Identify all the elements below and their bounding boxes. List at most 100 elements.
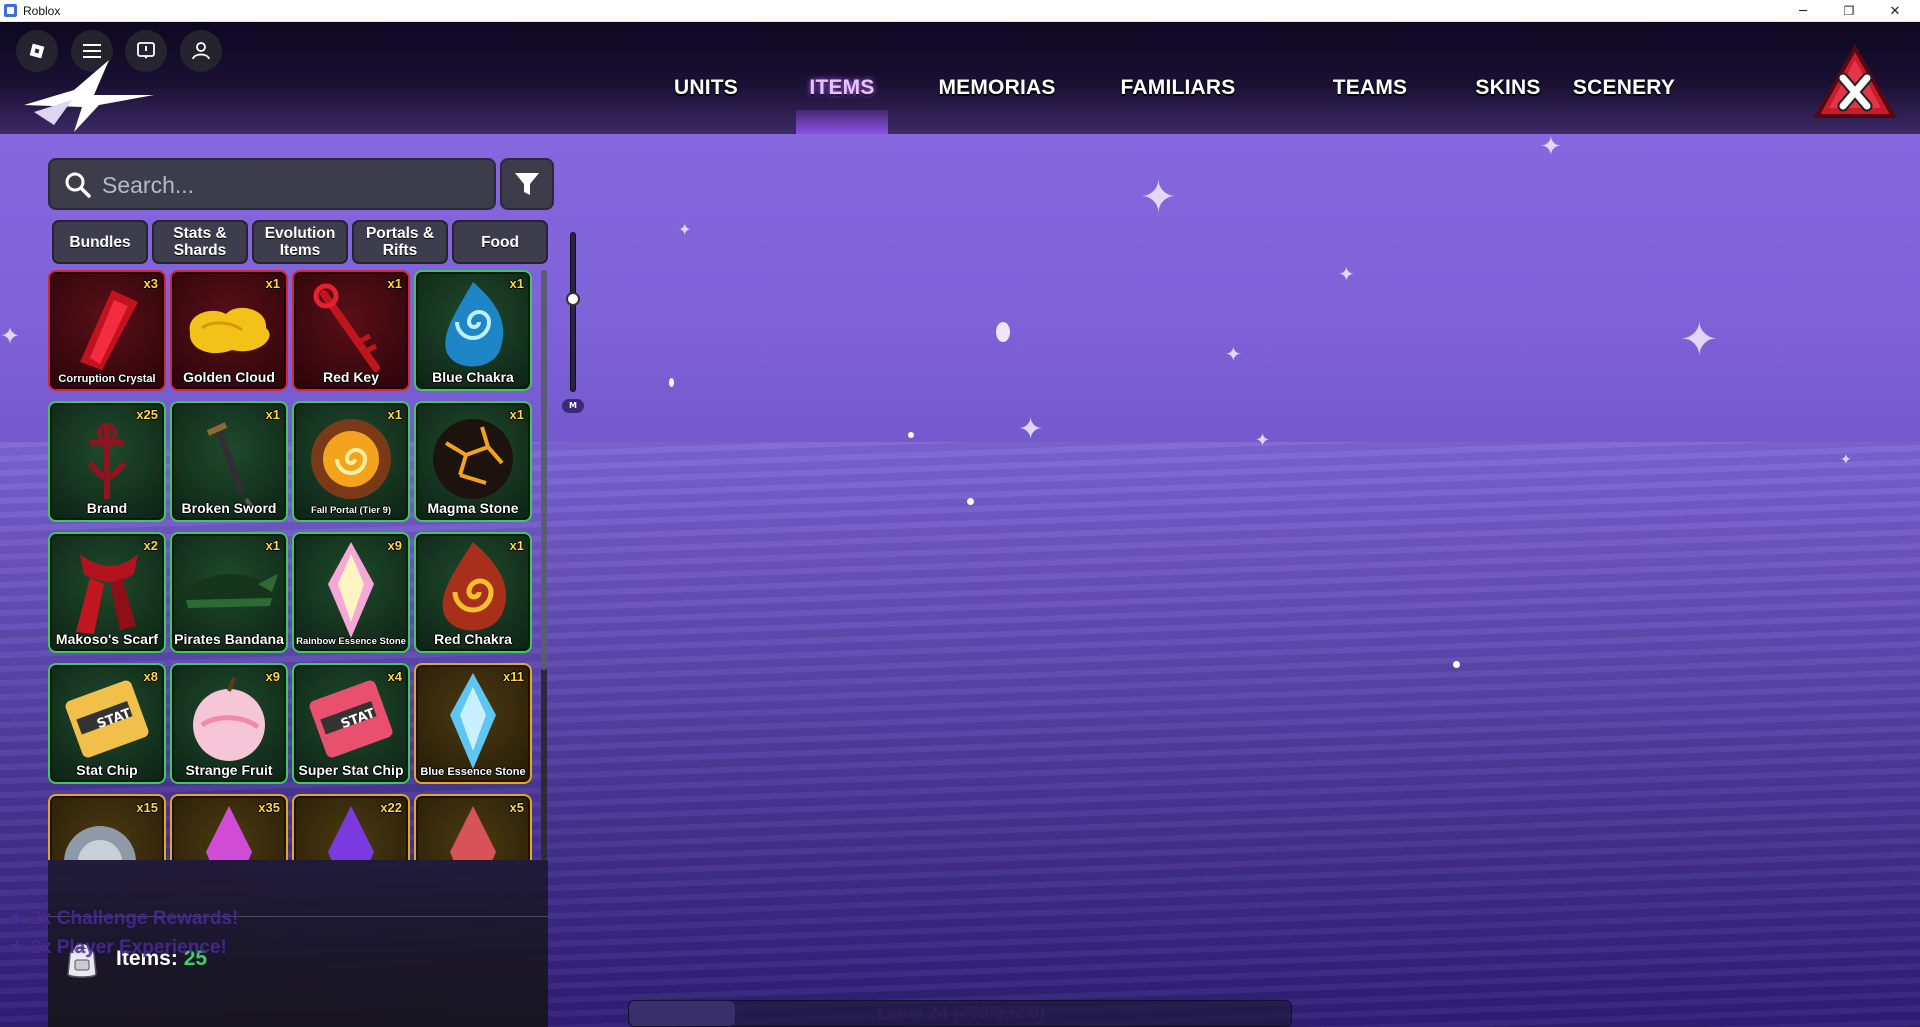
item-quantity: x1 [509,538,524,553]
item-card[interactable]: x2 Makoso's Scarf [48,532,166,653]
tab-units[interactable]: UNITS [668,64,744,112]
item-name: Stat Chip [76,762,138,778]
item-card[interactable]: x9 Rainbow Essence Stone [292,532,410,653]
search-input[interactable] [102,168,482,202]
tab-memorias[interactable]: MEMORIAS [938,64,1055,112]
item-card[interactable]: x25 Brand [48,401,166,522]
top-navigation-bar: UNITS ITEMS MEMORIAS FAMILIARS TEAMS SKI… [0,22,1920,134]
item-grid-scrollbar[interactable] [541,270,547,860]
category-evolution-items[interactable]: Evolution Items [252,220,348,264]
item-name: Blue Chakra [432,369,514,385]
game-logo [24,60,154,132]
item-card[interactable]: STAT x4 Super Stat Chip [292,663,410,784]
item-name: Fall Portal (Tier 9) [310,505,392,516]
category-food[interactable]: Food [452,220,548,264]
item-quantity: x1 [509,407,524,422]
star-dot [1453,661,1460,668]
item-card[interactable]: x11 Blue Essence Stone [414,663,532,784]
item-quantity: x2 [143,538,158,553]
item-card[interactable]: STAT x8 Stat Chip [48,663,166,784]
window-title: Roblox [23,4,61,18]
item-card[interactable]: x1 Fall Portal (Tier 9) [292,401,410,522]
filter-button[interactable] [500,158,554,210]
sparkle-icon: ✦ [1140,172,1177,223]
level-progress-bar: Level 24 (433/2,650) [628,1000,1292,1027]
item-name: Super Stat Chip [298,762,404,778]
star-dot [967,498,974,505]
sparkle-icon: ✦ [1225,342,1242,366]
zoom-slider-track[interactable] [570,232,576,392]
category-stats-shards[interactable]: Stats & Shards [152,220,248,264]
scrollbar-thumb[interactable] [541,270,547,670]
item-grid-viewport: x3 Corruption Crystal x1 Golden Cloud x1 Red … [48,270,548,860]
tab-items[interactable]: ITEMS [800,64,884,112]
item-card[interactable]: x3 Corruption Crystal [48,270,166,391]
category-portals-rifts[interactable]: Portals & Rifts [352,220,448,264]
friends-button[interactable] [180,30,222,72]
search-box[interactable] [48,158,496,210]
sparkle-icon: ✦ [678,220,692,239]
star-dot [908,432,914,438]
item-card[interactable]: x1 Red Chakra [414,532,532,653]
filter-icon [515,173,539,195]
zoom-slider-handle[interactable] [566,292,580,306]
item-card[interactable]: x22 [292,794,410,860]
item-card[interactable]: x1 Magma Stone [414,401,532,522]
zoom-slider[interactable]: M [562,232,584,422]
item-quantity: x11 [503,669,524,684]
item-quantity: x1 [509,276,524,291]
item-name: Broken Sword [181,500,277,516]
item-card[interactable]: x35 [170,794,288,860]
item-quantity: x1 [387,407,402,422]
item-name: Corruption Crystal [58,373,156,385]
item-name: Makoso's Scarf [55,631,159,647]
item-name: Golden Cloud [183,369,275,385]
item-name: Magma Stone [427,500,519,516]
star-dot [669,378,674,387]
item-card[interactable]: x1 Golden Cloud [170,270,288,391]
inventory-panel: Bundles Stats & Shards Evolution Items P… [48,158,554,1027]
game-viewport: ✦ ✦ ✦ ✦ ✦ ✦ ✦ ✦ ✦ ✦ UNITS ITEMS MEMORIAS… [0,22,1920,1027]
boost-text: 2x Player Experience! [30,937,227,958]
moon-sparkle [996,322,1010,342]
tab-scenery[interactable]: SCENERY [1573,64,1675,112]
boost-player-experience: ★ 2x Player Experience! [8,937,227,958]
zoom-slider-label: M [562,399,584,413]
item-name: Rainbow Essence Stone [296,636,406,647]
tab-familiars[interactable]: FAMILIARS [1120,64,1236,112]
item-grid: x3 Corruption Crystal x1 Golden Cloud x1 Red … [48,270,532,860]
sparkle-icon: ✦ [1540,132,1562,162]
restore-button[interactable]: ❐ [1826,0,1872,22]
item-card[interactable]: x15 [48,794,166,860]
item-card[interactable]: x1 Red Key [292,270,410,391]
tab-skins[interactable]: SKINS [1472,64,1544,112]
minimize-button[interactable]: ─ [1780,0,1826,22]
item-quantity: x4 [387,669,402,684]
item-quantity: x9 [265,669,280,684]
item-card[interactable]: x9 Strange Fruit [170,663,288,784]
item-quantity: x1 [265,538,280,553]
sparkle-icon: ✦ [1255,430,1271,451]
friends-icon [192,42,210,60]
item-card[interactable]: x1 Pirates Bandana [170,532,288,653]
item-card[interactable]: x5 [414,794,532,860]
active-tab-indicator [796,110,888,134]
item-quantity: x9 [387,538,402,553]
tab-teams[interactable]: TEAMS [1332,64,1408,112]
boost-challenge-rewards: ★ 2x Challenge Rewards! [8,908,239,929]
item-quantity: x5 [509,800,524,815]
boost-text: 2x Challenge Rewards! [30,908,239,929]
roblox-app-icon [4,4,17,17]
category-bundles[interactable]: Bundles [52,220,148,264]
item-quantity: x8 [143,669,158,684]
item-card[interactable]: x1 Blue Chakra [414,270,532,391]
item-quantity: x35 [258,800,280,815]
item-card[interactable]: x1 Broken Sword [170,401,288,522]
item-name: Strange Fruit [185,762,273,778]
close-menu-button[interactable] [1813,44,1897,126]
close-window-button[interactable]: ✕ [1872,0,1918,22]
sparkle-icon: ✦ [1018,412,1044,447]
window-titlebar: Roblox ─ ❐ ✕ [0,0,1920,22]
level-text: Level 24 (433/2,650) [876,1003,1046,1023]
item-name: Red Key [322,369,380,385]
